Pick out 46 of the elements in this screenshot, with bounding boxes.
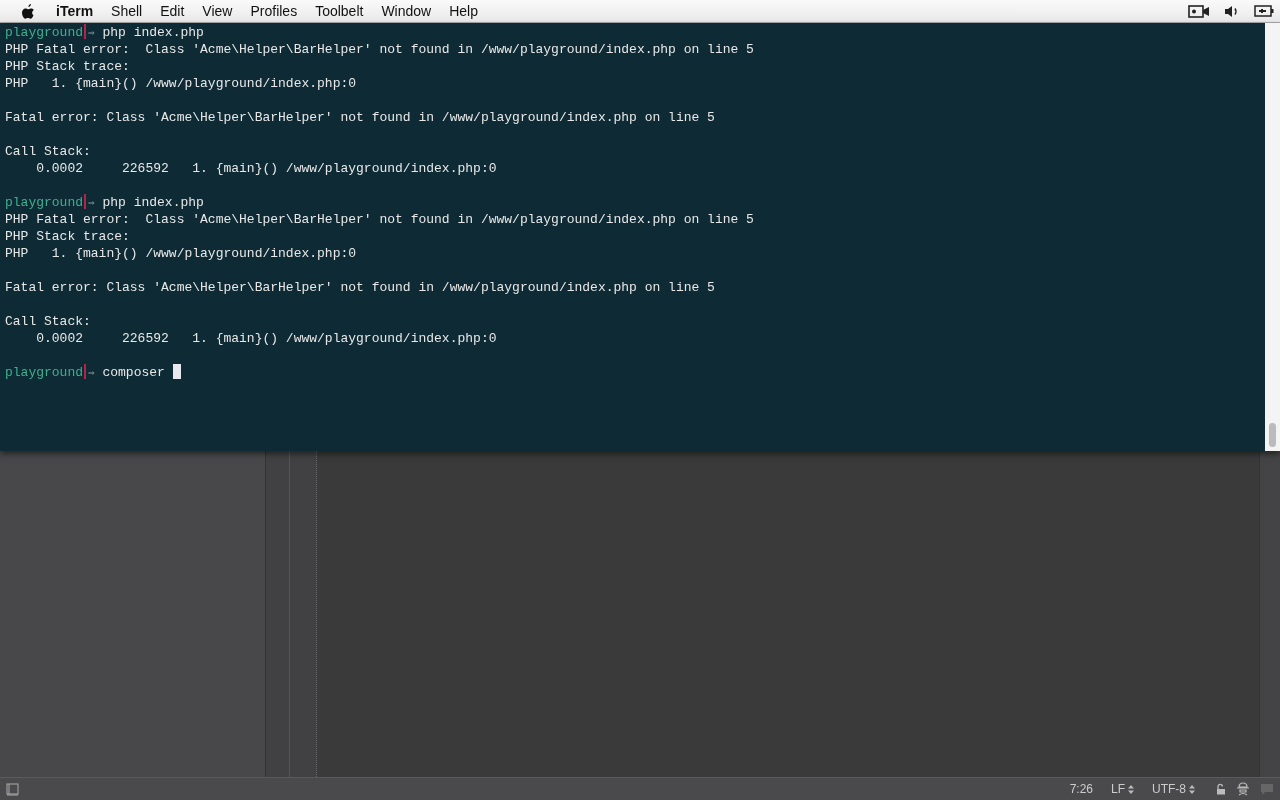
menu-item[interactable]: Shell xyxy=(102,0,152,22)
scroll-track[interactable] xyxy=(1259,451,1280,777)
prompt-separator xyxy=(84,194,86,209)
output-line: PHP Stack trace: xyxy=(5,229,130,244)
output-line: Call Stack: xyxy=(5,314,91,329)
menu-item[interactable]: View xyxy=(193,0,242,22)
speaker-icon[interactable] xyxy=(1224,4,1240,18)
prompt-directory: playground xyxy=(5,195,83,210)
prompt-directory: playground xyxy=(5,25,83,40)
command-text: php index.php xyxy=(101,25,204,40)
scrollbar[interactable] xyxy=(1265,23,1280,451)
up-down-caret-icon[interactable] xyxy=(1189,784,1195,794)
menu-item[interactable]: Edit xyxy=(151,0,194,22)
video-camera-icon[interactable] xyxy=(1188,4,1210,18)
prompt-arrow: ⇒ xyxy=(88,196,95,209)
up-down-caret-icon[interactable] xyxy=(1128,784,1134,794)
output-line: PHP 1. {main}() /www/playground/index.php:0 xyxy=(5,246,357,261)
line-ending-selector[interactable]: LF xyxy=(1111,782,1125,796)
menu-item[interactable]: Window xyxy=(372,0,441,22)
output-line: 0.0002 226592 1. {main}() /www/playground/index.php:0 xyxy=(35,161,497,176)
output-line: Call Stack: xyxy=(5,144,91,159)
command-text: php index.php xyxy=(101,195,204,210)
app-menu[interactable]: iTerm xyxy=(47,0,103,22)
menu-item[interactable]: Toolbelt xyxy=(306,0,373,22)
output-line: 0.0002 226592 1. {main}() /www/playground/index.php:0 xyxy=(35,331,497,346)
unlocked-padlock-icon[interactable] xyxy=(1215,783,1226,795)
output-line: PHP 1. {main}() /www/playground/index.php:0 xyxy=(5,76,357,91)
battery-charging-icon[interactable] xyxy=(1254,5,1274,17)
inspector-icon[interactable] xyxy=(1236,782,1250,796)
output-line: PHP Fatal error: Class 'Acme\Helper\BarHelper' not found in /www/playground/index.php on line 5 xyxy=(5,212,754,227)
panel-toggle-icon[interactable] xyxy=(6,782,19,796)
prompt-separator xyxy=(84,364,86,379)
caret-position[interactable]: 7:26 xyxy=(1069,782,1093,796)
output-line: PHP Fatal error: Class 'Acme\Helper\BarHelper' not found in /www/playground/index.php on line 5 xyxy=(5,42,754,57)
output-line: Fatal error: Class 'Acme\Helper\BarHelper' not found in /www/playground/index.php on line 5 xyxy=(5,110,715,125)
command-text: composer xyxy=(101,365,165,380)
output-line: PHP Stack trace: xyxy=(5,59,130,74)
prompt-arrow: ⇒ xyxy=(88,26,95,39)
output-line: Fatal error: Class 'Acme\Helper\BarHelper' not found in /www/playground/index.php on line 5 xyxy=(5,280,715,295)
prompt-arrow: ⇒ xyxy=(88,366,95,379)
menu-item[interactable]: Profiles xyxy=(241,0,307,22)
prompt-separator xyxy=(84,24,86,39)
prompt-directory: playground xyxy=(5,365,83,380)
apple-logo-icon[interactable] xyxy=(20,2,36,20)
encoding-selector[interactable]: UTF-8 xyxy=(1152,782,1186,796)
menu-item[interactable]: Help xyxy=(440,0,487,22)
